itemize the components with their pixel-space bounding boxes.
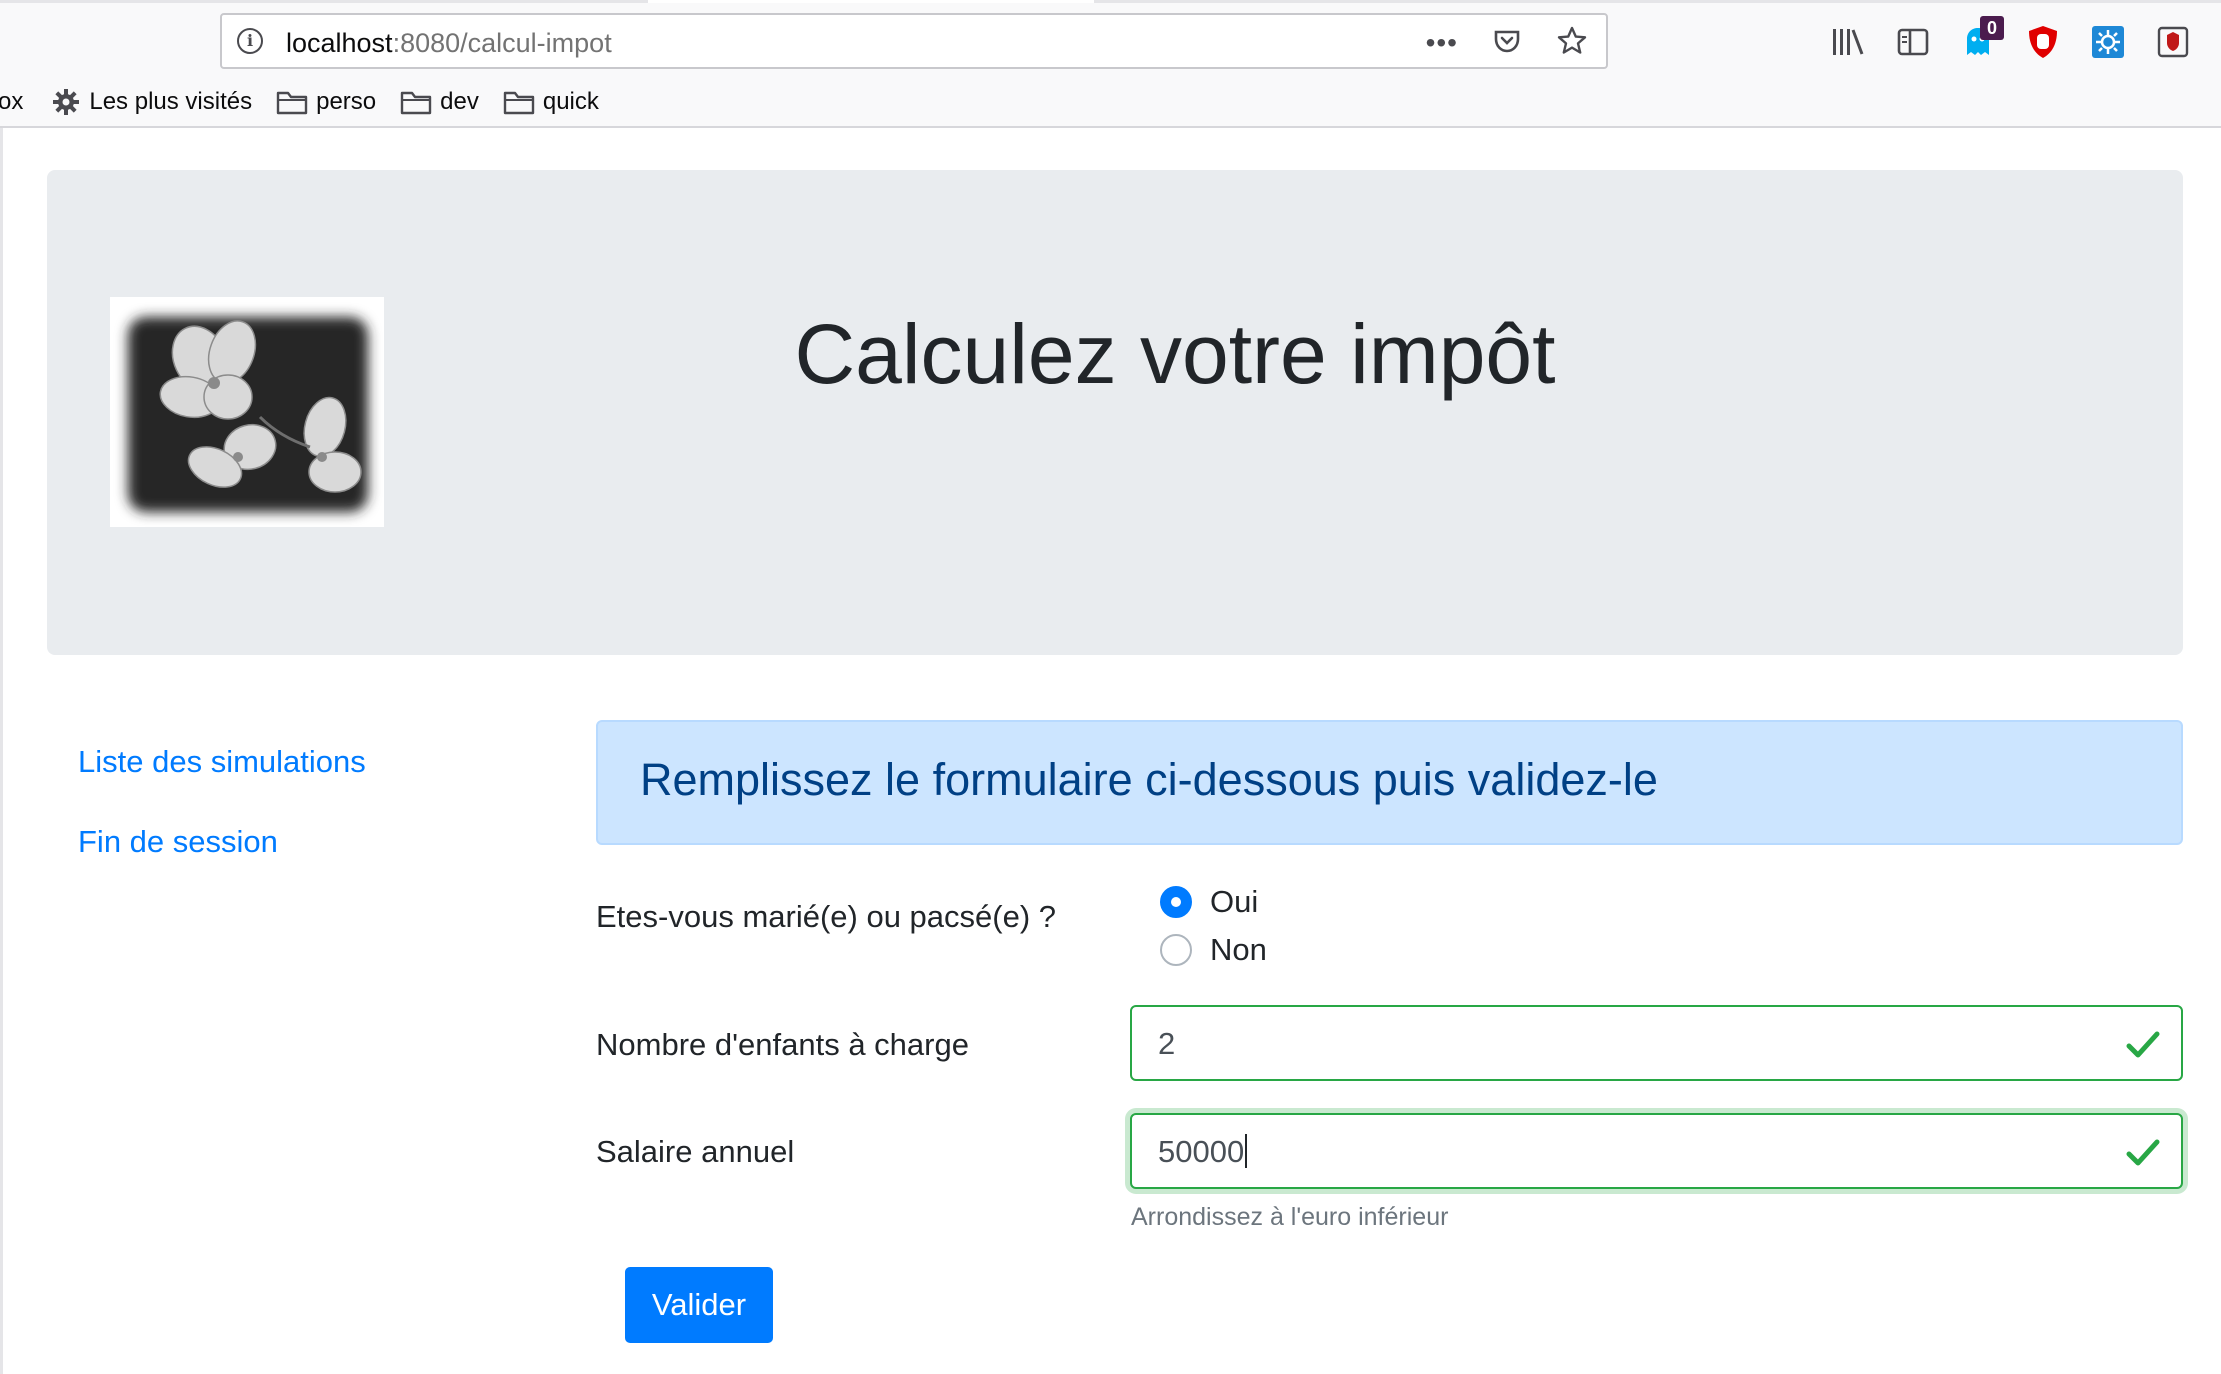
- salary-value: 50000: [1158, 1134, 1245, 1169]
- info-icon[interactable]: i: [237, 28, 263, 54]
- salary-label: Salaire annuel: [596, 1134, 795, 1169]
- bookmark-item[interactable]: ox: [0, 88, 23, 116]
- bookmark-folder-quick[interactable]: quick: [503, 88, 599, 116]
- radio-label[interactable]: Non: [1210, 930, 1267, 970]
- married-label: Etes-vous marié(e) ou pacsé(e) ?: [596, 899, 1057, 934]
- ghostery-icon[interactable]: 0: [1958, 16, 2004, 62]
- sidebar-link-logout[interactable]: Fin de session: [78, 822, 278, 862]
- folder-icon: [503, 91, 535, 115]
- url-actions: •••: [1426, 23, 1588, 63]
- url-host: localhost: [286, 28, 393, 58]
- info-alert: Remplissez le formulaire ci-dessous puis…: [596, 720, 2183, 845]
- extension-icon[interactable]: [2088, 22, 2128, 62]
- bookmark-most-visited[interactable]: Les plus visités: [51, 87, 252, 117]
- bookmark-label: Les plus visités: [89, 88, 253, 115]
- url-text[interactable]: localhost:8080/calcul-impot: [286, 28, 612, 58]
- bookmark-folder-dev[interactable]: dev: [400, 88, 479, 116]
- bookmark-star-icon[interactable]: [1556, 25, 1588, 62]
- check-icon: [2126, 1031, 2160, 1058]
- gear-icon: [53, 89, 80, 115]
- toolbar-icons: 0: [1828, 16, 2193, 64]
- radio-label[interactable]: Oui: [1210, 882, 1258, 922]
- bookmark-label: perso: [316, 88, 377, 115]
- sidebar-link-simulations[interactable]: Liste des simulations: [78, 742, 366, 782]
- url-path: :8080/calcul-impot: [392, 28, 612, 58]
- children-label: Nombre d'enfants à charge: [596, 1027, 969, 1062]
- bookmark-label: quick: [542, 88, 599, 115]
- library-icon[interactable]: [1828, 22, 1868, 62]
- bookmark-label: dev: [440, 88, 479, 115]
- address-bar[interactable]: i localhost:8080/calcul-impot •••: [220, 13, 1608, 69]
- text-caret: [1245, 1134, 1248, 1168]
- notification-badge: 0: [1980, 16, 2004, 40]
- sidebar-toggle-icon[interactable]: [1893, 22, 1933, 62]
- bookmarks-bar: ox Les plus visités perso dev quick: [0, 82, 623, 122]
- salary-value-wrapper: 50000: [1158, 1133, 1248, 1171]
- page-actions-icon[interactable]: •••: [1426, 23, 1458, 63]
- folder-icon: [276, 91, 308, 115]
- submit-button[interactable]: Valider: [625, 1267, 773, 1343]
- tab-strip: [0, 0, 2221, 3]
- alert-message: Remplissez le formulaire ci-dessous puis…: [640, 754, 1658, 805]
- page-title: Calculez votre impôt: [794, 307, 1556, 401]
- mcafee-icon[interactable]: [2153, 22, 2193, 62]
- bookmark-label: ox: [0, 88, 24, 115]
- radio-button[interactable]: [1160, 934, 1192, 966]
- radio-non[interactable]: Non: [1160, 930, 1267, 970]
- active-tab-indicator: [648, 0, 1094, 3]
- browser-toolbar: i localhost:8080/calcul-impot ••• 0 ox L…: [0, 0, 2221, 128]
- ublock-icon[interactable]: [2023, 22, 2063, 62]
- radio-oui[interactable]: Oui: [1160, 882, 1258, 922]
- children-value: 2: [1158, 1026, 1176, 1061]
- salary-input[interactable]: 50000: [1130, 1113, 2183, 1189]
- radio-button-selected[interactable]: [1160, 886, 1192, 918]
- folder-icon: [400, 91, 432, 115]
- page-header: Calculez votre impôt: [47, 170, 2183, 655]
- salary-help-text: Arrondissez à l'euro inférieur: [1131, 1203, 1449, 1231]
- pocket-icon[interactable]: [1492, 26, 1522, 61]
- children-input[interactable]: 2: [1130, 1005, 2183, 1081]
- content-border: [0, 128, 3, 1374]
- check-icon: [2126, 1139, 2160, 1166]
- bookmark-folder-perso[interactable]: perso: [276, 88, 376, 116]
